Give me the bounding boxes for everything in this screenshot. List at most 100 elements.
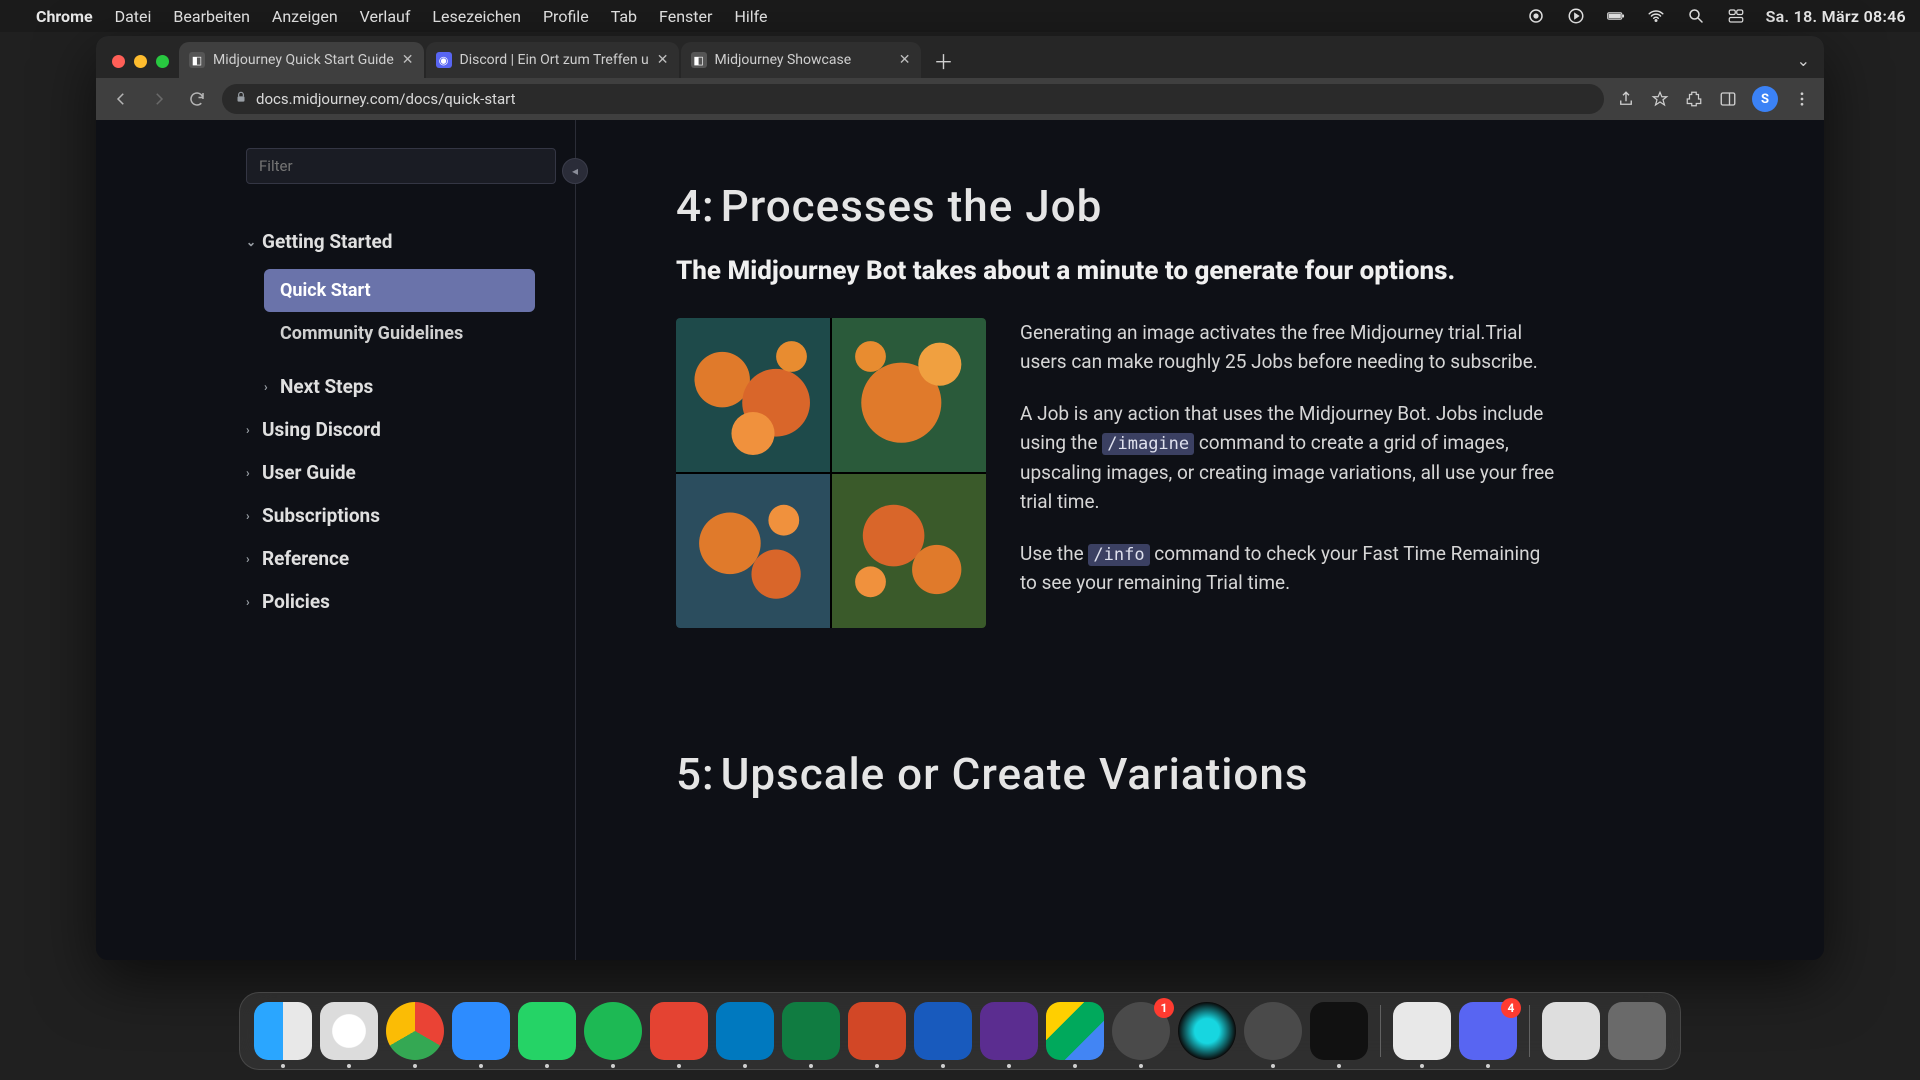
dock-discord[interactable]: 4 (1459, 1002, 1517, 1060)
menu-datei[interactable]: Datei (115, 7, 152, 26)
menubar-app-name[interactable]: Chrome (36, 7, 93, 26)
tab-close-icon[interactable]: ✕ (657, 52, 669, 68)
menubar-clock[interactable]: Sa. 18. März 08:46 (1766, 7, 1906, 26)
section-label: Using Discord (262, 418, 381, 441)
record-icon[interactable] (1526, 6, 1546, 26)
dock-excel[interactable] (782, 1002, 840, 1060)
dock-separator (1380, 1005, 1381, 1057)
step4-heading: 4:Processes the Job (676, 180, 1724, 232)
menu-tab[interactable]: Tab (611, 7, 637, 26)
extensions-icon[interactable] (1684, 89, 1704, 109)
dock-spotify[interactable] (584, 1002, 642, 1060)
code-imagine: /imagine (1102, 433, 1194, 455)
chrome-window: ◧ Midjourney Quick Start Guide ✕ ◉ Disco… (96, 36, 1824, 960)
share-icon[interactable] (1616, 89, 1636, 109)
menu-lesezeichen[interactable]: Lesezeichen (432, 7, 521, 26)
sidebar-section-user-guide[interactable]: ›User Guide (246, 451, 535, 494)
dock-powerpoint[interactable] (848, 1002, 906, 1060)
address-bar[interactable]: docs.midjourney.com/docs/quick-start (222, 84, 1604, 114)
dock-imovie[interactable] (980, 1002, 1038, 1060)
dock-safari[interactable] (320, 1002, 378, 1060)
menu-bearbeiten[interactable]: Bearbeiten (173, 7, 250, 26)
menu-hilfe[interactable]: Hilfe (734, 7, 767, 26)
sidebar-section-reference[interactable]: ›Reference (246, 537, 535, 580)
wifi-icon[interactable] (1646, 6, 1666, 26)
profile-avatar[interactable]: S (1752, 86, 1778, 112)
tab-midjourney-showcase[interactable]: ◧ Midjourney Showcase ✕ (681, 42, 921, 78)
favicon-icon: ◧ (691, 52, 707, 68)
chrome-toolbar: docs.midjourney.com/docs/quick-start S (96, 78, 1824, 120)
back-button[interactable] (108, 86, 134, 112)
badge: 1 (1154, 998, 1174, 1018)
para-info: Use the /info command to check your Fast… (1020, 539, 1560, 598)
lock-icon (234, 90, 248, 108)
sidebar-collapse-button[interactable]: ◂ (562, 158, 588, 184)
chrome-tabbar: ◧ Midjourney Quick Start Guide ✕ ◉ Disco… (96, 36, 1824, 78)
tab-overflow-icon[interactable]: ⌄ (1797, 51, 1810, 70)
tab-title: Midjourney Showcase (715, 52, 891, 68)
dock-whatsapp[interactable] (518, 1002, 576, 1060)
macos-menubar: Chrome Datei Bearbeiten Anzeigen Verlauf… (0, 0, 1920, 32)
section-label: Reference (262, 547, 349, 570)
window-close-button[interactable] (112, 55, 125, 68)
favicon-icon: ◉ (436, 52, 452, 68)
dock-word[interactable] (914, 1002, 972, 1060)
control-center-icon[interactable] (1726, 6, 1746, 26)
tab-close-icon[interactable]: ✕ (402, 52, 414, 68)
bookmark-icon[interactable] (1650, 89, 1670, 109)
playback-icon[interactable] (1566, 6, 1586, 26)
section-label: Next Steps (280, 375, 373, 398)
tab-title: Discord | Ein Ort zum Treffen u (460, 52, 649, 68)
favicon-icon: ◧ (189, 52, 205, 68)
dock-todoist[interactable] (650, 1002, 708, 1060)
sidepanel-icon[interactable] (1718, 89, 1738, 109)
section-label: Subscriptions (262, 504, 380, 527)
dock-zoom[interactable] (452, 1002, 510, 1060)
menu-verlauf[interactable]: Verlauf (360, 7, 411, 26)
sidebar-section-using-discord[interactable]: ›Using Discord (246, 408, 535, 451)
dock-chrome[interactable] (386, 1002, 444, 1060)
menu-fenster[interactable]: Fenster (659, 7, 712, 26)
window-zoom-button[interactable] (156, 55, 169, 68)
sidebar-section-subscriptions[interactable]: ›Subscriptions (246, 494, 535, 537)
tab-title: Midjourney Quick Start Guide (213, 52, 394, 68)
badge: 4 (1501, 998, 1521, 1018)
sidebar-filter-input[interactable] (246, 148, 556, 184)
menu-anzeigen[interactable]: Anzeigen (272, 7, 338, 26)
generated-image-grid (676, 318, 986, 628)
doc-sidebar: ◂ ⌄Getting Started Quick Start Community… (96, 120, 576, 960)
step5-heading: 5:Upscale or Create Variations (676, 748, 1724, 800)
dock-quicktime[interactable] (1244, 1002, 1302, 1060)
menu-profile[interactable]: Profile (543, 7, 589, 26)
dock-finder[interactable] (254, 1002, 312, 1060)
dock-preview[interactable] (1393, 1002, 1451, 1060)
url-text: docs.midjourney.com/docs/quick-start (256, 90, 515, 108)
battery-icon[interactable] (1606, 6, 1626, 26)
para-job: A Job is any action that uses the Midjou… (1020, 399, 1560, 517)
sidebar-section-getting-started[interactable]: ⌄Getting Started (246, 220, 535, 263)
dock-settings[interactable]: 1 (1112, 1002, 1170, 1060)
kebab-menu-icon[interactable] (1792, 89, 1812, 109)
tab-discord[interactable]: ◉ Discord | Ein Ort zum Treffen u ✕ (426, 42, 679, 78)
dock-trello[interactable] (716, 1002, 774, 1060)
doc-content: 4:Processes the Job The Midjourney Bot t… (576, 120, 1824, 960)
spotlight-icon[interactable] (1686, 6, 1706, 26)
doc-page: ◂ ⌄Getting Started Quick Start Community… (96, 120, 1824, 960)
sidebar-section-next-steps[interactable]: ›Next Steps (264, 365, 535, 408)
sidebar-item-community-guidelines[interactable]: Community Guidelines (264, 312, 535, 355)
dock-voicememo[interactable] (1310, 1002, 1368, 1060)
window-minimize-button[interactable] (134, 55, 147, 68)
reload-button[interactable] (184, 86, 210, 112)
tab-midjourney-quickstart[interactable]: ◧ Midjourney Quick Start Guide ✕ (179, 42, 424, 78)
new-tab-button[interactable]: ＋ (929, 45, 959, 75)
dock-trash[interactable] (1608, 1002, 1666, 1060)
dock-siri[interactable] (1178, 1002, 1236, 1060)
dock-downloads[interactable] (1542, 1002, 1600, 1060)
sidebar-item-quick-start[interactable]: Quick Start (264, 269, 535, 312)
section-label: Getting Started (262, 230, 392, 253)
step-title: Upscale or Create Variations (721, 748, 1309, 800)
sidebar-section-policies[interactable]: ›Policies (246, 580, 535, 623)
forward-button[interactable] (146, 86, 172, 112)
dock-drive[interactable] (1046, 1002, 1104, 1060)
tab-close-icon[interactable]: ✕ (899, 52, 911, 68)
